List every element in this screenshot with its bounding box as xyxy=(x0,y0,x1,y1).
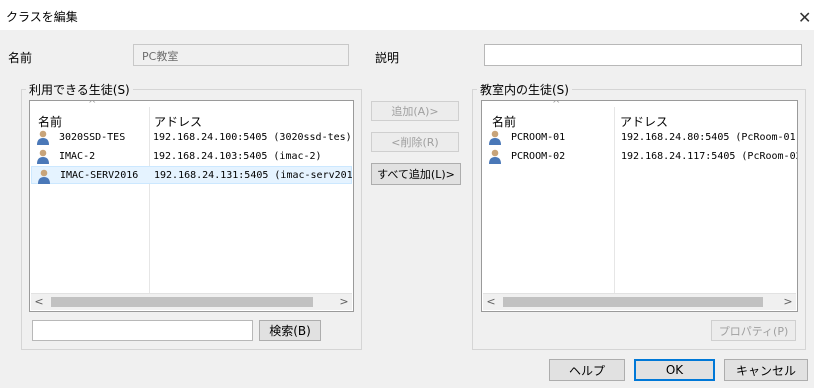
cancel-button[interactable]: キャンセル xyxy=(724,359,808,381)
description-label: 説明 xyxy=(375,51,400,65)
available-students-label: 利用できる生徒(S) xyxy=(26,81,133,98)
student-name: IMAC-2 xyxy=(59,150,96,162)
classroom-students-list[interactable]: 名前 ^ アドレス PCROOM-01 192.168.24.80:5405 (… xyxy=(481,100,798,312)
scroll-left-icon[interactable]: < xyxy=(483,294,499,310)
name-label: 名前 xyxy=(8,51,33,65)
horizontal-scrollbar[interactable]: < > xyxy=(31,293,352,310)
list-item[interactable]: PCROOM-01 192.168.24.80:5405 (PcRoom-01) xyxy=(483,128,798,146)
list-item-selected[interactable]: IMAC-SERV2016 192.168.24.131:5405 (imac-… xyxy=(31,166,354,184)
list-item[interactable]: 3020SSD-TES 192.168.24.100:5405 (3020ssd… xyxy=(31,128,352,146)
user-icon xyxy=(38,169,50,184)
student-address: 192.168.24.131:5405 (imac-serv2016) xyxy=(154,169,354,181)
list-item[interactable]: PCROOM-02 192.168.24.117:5405 (PcRoom-02… xyxy=(483,147,798,165)
remove-button[interactable]: <削除(R) xyxy=(371,132,459,152)
add-all-button[interactable]: すべて追加(L)> xyxy=(371,163,461,185)
student-name: 3020SSD-TES xyxy=(59,131,126,143)
description-input[interactable] xyxy=(484,44,802,66)
student-address: 192.168.24.100:5405 (3020ssd-tes) xyxy=(153,131,352,143)
name-field: PC教室 xyxy=(133,44,349,66)
user-icon xyxy=(37,149,49,164)
help-button[interactable]: ヘルプ xyxy=(549,359,625,381)
scroll-right-icon[interactable]: > xyxy=(336,294,352,310)
close-icon[interactable]: ✕ xyxy=(798,10,811,26)
sort-up-icon: ^ xyxy=(88,100,97,110)
horizontal-scrollbar[interactable]: < > xyxy=(483,293,796,310)
student-address: 192.168.24.117:5405 (PcRoom-02) xyxy=(621,150,798,162)
sort-up-icon: ^ xyxy=(552,100,561,110)
user-icon xyxy=(489,130,501,145)
student-address: 192.168.24.80:5405 (PcRoom-01) xyxy=(621,131,798,143)
window-title: クラスを編集 xyxy=(6,10,78,24)
student-name: PCROOM-02 xyxy=(511,150,566,162)
list-item[interactable]: IMAC-2 192.168.24.103:5405 (imac-2) xyxy=(31,147,352,165)
ok-button[interactable]: OK xyxy=(634,359,715,381)
search-button[interactable]: 検索(B) xyxy=(259,320,321,341)
classroom-students-label: 教室内の生徒(S) xyxy=(477,81,572,98)
student-address: 192.168.24.103:5405 (imac-2) xyxy=(153,150,322,162)
search-input[interactable] xyxy=(32,320,253,341)
add-button[interactable]: 追加(A)> xyxy=(371,101,459,121)
available-students-list[interactable]: 名前 ^ アドレス 3020SSD-TES 192.168.24.100:540… xyxy=(29,100,354,312)
student-name: IMAC-SERV2016 xyxy=(60,169,139,181)
scroll-right-icon[interactable]: > xyxy=(780,294,796,310)
student-name: PCROOM-01 xyxy=(511,131,566,143)
user-icon xyxy=(37,130,49,145)
properties-button[interactable]: プロパティ(P) xyxy=(711,320,796,341)
scrollbar-thumb[interactable] xyxy=(503,297,763,307)
title-bar xyxy=(0,0,814,30)
user-icon xyxy=(489,149,501,164)
scroll-left-icon[interactable]: < xyxy=(31,294,47,310)
scrollbar-thumb[interactable] xyxy=(51,297,313,307)
